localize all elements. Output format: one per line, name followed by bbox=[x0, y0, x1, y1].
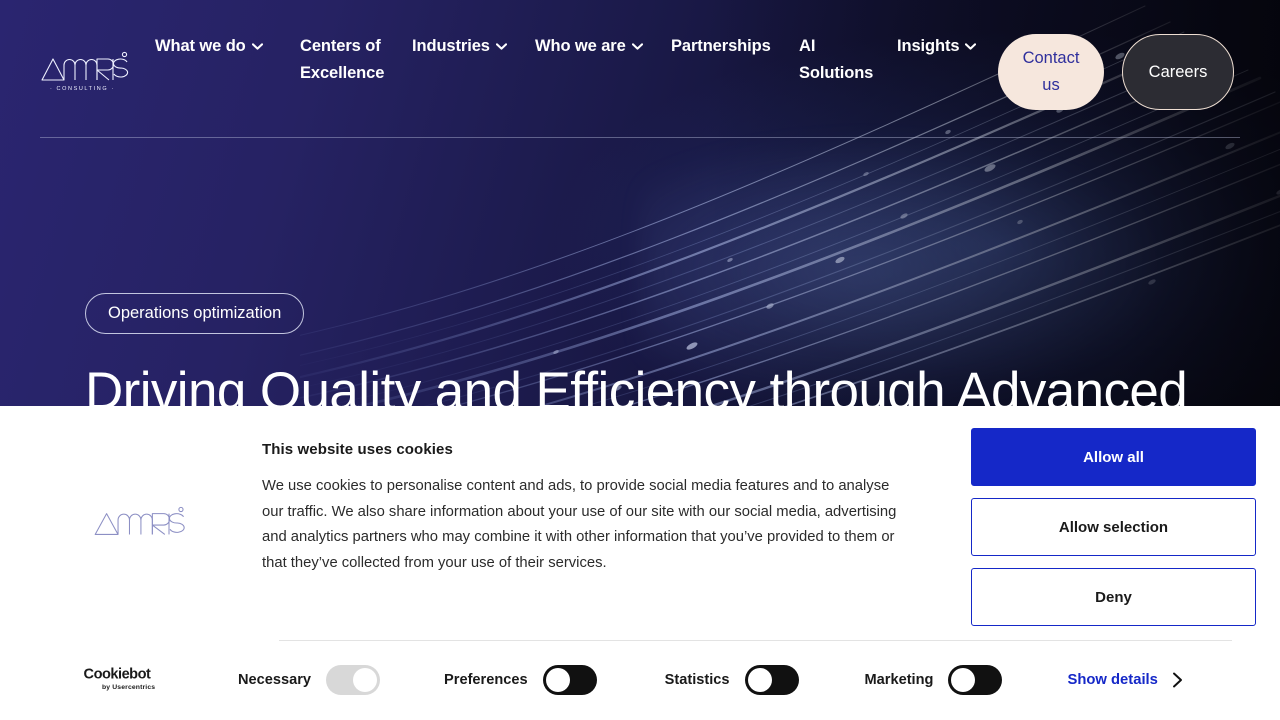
chevron-down-icon bbox=[631, 43, 643, 50]
svg-text:by Usercentrics: by Usercentrics bbox=[102, 684, 155, 691]
cookie-banner-title: This website uses cookies bbox=[262, 441, 453, 458]
cookie-consent-banner: This website uses cookies We use cookies… bbox=[0, 406, 1280, 720]
cookie-banner-brand-logo bbox=[24, 406, 262, 640]
nav-item-ai-solutions[interactable]: AI Solutions bbox=[799, 33, 883, 87]
cookie-text-column: This website uses cookies We use cookies… bbox=[262, 406, 971, 576]
careers-button[interactable]: Careers bbox=[1122, 34, 1234, 110]
show-details-link[interactable]: Show details bbox=[1067, 672, 1182, 688]
cookie-footer-divider bbox=[279, 640, 1232, 641]
toggle-label-necessary: Necessary bbox=[238, 672, 312, 688]
chevron-down-icon bbox=[251, 43, 263, 50]
toggle-knob bbox=[951, 668, 976, 692]
toggle-marketing[interactable] bbox=[948, 665, 1003, 695]
toggle-label-statistics: Statistics bbox=[664, 672, 730, 688]
primary-navigation: What we do Centers of Excellence Industr… bbox=[155, 33, 983, 87]
toggle-knob bbox=[545, 668, 570, 692]
svg-text:· CONSULTING ·: · CONSULTING · bbox=[50, 86, 115, 92]
toggle-label-marketing: Marketing bbox=[864, 672, 934, 688]
nav-label: Who we are bbox=[535, 37, 626, 55]
deny-button[interactable]: Deny bbox=[971, 568, 1256, 626]
nav-label: What we do bbox=[155, 37, 246, 55]
nav-item-industries[interactable]: Industries bbox=[412, 33, 522, 60]
cookiebot-logo[interactable]: Cookiebot by Usercentrics bbox=[24, 663, 238, 697]
toggle-knob bbox=[747, 668, 772, 692]
nav-label: Insights bbox=[897, 37, 960, 55]
cookie-banner-footer: Cookiebot by Usercentrics Necessary Pref… bbox=[24, 640, 1256, 720]
nav-item-who-we-are[interactable]: Who we are bbox=[535, 33, 647, 60]
contact-us-button[interactable]: Contact us bbox=[998, 34, 1104, 110]
toggle-preferences[interactable] bbox=[542, 665, 597, 695]
cookie-banner-main: This website uses cookies We use cookies… bbox=[24, 406, 1256, 640]
toggle-knob bbox=[353, 668, 378, 692]
toggle-statistics[interactable] bbox=[744, 665, 799, 695]
toggle-group-necessary: Necessary bbox=[238, 665, 381, 695]
toggle-group-preferences: Preferences bbox=[444, 665, 597, 695]
cookie-banner-description: We use cookies to personalise content an… bbox=[262, 478, 897, 571]
toggle-group-statistics: Statistics bbox=[665, 665, 799, 695]
allow-all-button[interactable]: Allow all bbox=[971, 428, 1256, 486]
page-root: · CONSULTING · What we do Centers of Exc… bbox=[0, 0, 1280, 720]
allow-selection-button[interactable]: Allow selection bbox=[971, 498, 1256, 556]
nav-label: Industries bbox=[412, 37, 490, 55]
site-header: · CONSULTING · What we do Centers of Exc… bbox=[0, 0, 1280, 140]
cookie-action-buttons: Allow all Allow selection Deny bbox=[971, 406, 1256, 626]
nav-item-partnerships[interactable]: Partnerships bbox=[671, 33, 775, 60]
chevron-right-icon bbox=[1172, 672, 1183, 688]
header-divider bbox=[40, 137, 1240, 138]
nav-label: Centers of Excellence bbox=[300, 37, 385, 82]
toggle-group-marketing: Marketing bbox=[865, 665, 1003, 695]
chevron-down-icon bbox=[495, 43, 507, 50]
hero-tag-pill[interactable]: Operations optimization bbox=[85, 293, 305, 334]
toggle-necessary bbox=[326, 665, 381, 695]
nav-label: Partnerships bbox=[671, 37, 771, 55]
nav-item-what-we-do[interactable]: What we do bbox=[155, 33, 285, 60]
svg-text:Cookiebot: Cookiebot bbox=[84, 667, 151, 683]
show-details-label: Show details bbox=[1067, 672, 1158, 688]
nav-item-centers-of-excellence[interactable]: Centers of Excellence bbox=[300, 33, 400, 87]
nav-item-insights[interactable]: Insights bbox=[897, 33, 983, 60]
chevron-down-icon bbox=[965, 43, 977, 50]
hero-content: Operations optimization Driving Quality … bbox=[85, 293, 1188, 424]
cookie-category-toggles: Necessary Preferences Statistics Marketi… bbox=[238, 665, 1256, 695]
toggle-label-preferences: Preferences bbox=[444, 672, 528, 688]
amaris-logo[interactable]: · CONSULTING · bbox=[38, 48, 138, 94]
nav-label: AI Solutions bbox=[799, 37, 874, 82]
